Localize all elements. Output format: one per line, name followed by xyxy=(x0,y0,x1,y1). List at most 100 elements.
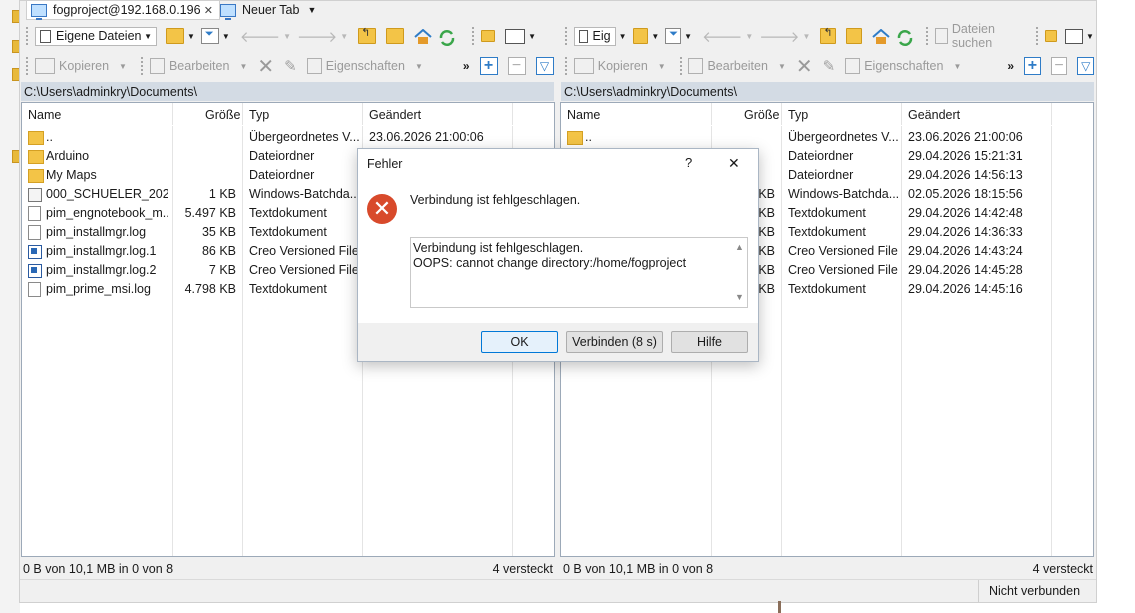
right-location-combo[interactable]: Eig xyxy=(573,26,616,46)
scroll-down-icon[interactable]: ▼ xyxy=(735,290,744,305)
column-header-name[interactable]: Name xyxy=(28,108,61,122)
refresh-icon[interactable] xyxy=(438,29,455,46)
minus-icon[interactable]: − xyxy=(1050,57,1068,75)
reconnect-button[interactable]: Verbinden (8 s) xyxy=(566,331,663,353)
rename-icon[interactable]: ✎ xyxy=(284,57,297,75)
overflow-chevron-icon[interactable]: » xyxy=(463,59,470,73)
close-icon[interactable]: ✕ xyxy=(728,155,740,172)
properties-icon xyxy=(845,58,861,74)
left-copy-button[interactable]: Kopieren ▼ xyxy=(35,58,127,74)
toolbar-grip[interactable] xyxy=(26,27,31,45)
back-arrow-icon[interactable]: 🡐 xyxy=(702,27,742,46)
filter-funnel-icon[interactable]: ▽ xyxy=(1077,57,1095,75)
right-edit-button[interactable]: Bearbeiten ▼ xyxy=(688,58,786,74)
forward-arrow-icon[interactable]: 🡒 xyxy=(759,27,799,46)
left-properties-button[interactable]: Eigenschaften ▼ xyxy=(306,58,423,74)
cell-type: Dateiordner xyxy=(788,168,854,182)
chevron-down-icon[interactable]: ▼ xyxy=(307,5,316,15)
error-details-box[interactable]: Verbindung ist fehlgeschlagen. OOPS: can… xyxy=(410,237,748,308)
left-path-bar[interactable]: C:\Users\adminkry\Documents\ xyxy=(21,82,554,101)
left-location-combo[interactable]: Eigene Dateien ▼ xyxy=(35,26,157,46)
help-icon[interactable]: ? xyxy=(685,155,692,170)
toolbar-grip[interactable] xyxy=(26,57,31,75)
toolbar-grip[interactable] xyxy=(926,27,931,45)
filter-icon[interactable]: ⏷ xyxy=(200,28,219,44)
new-icon[interactable]: + xyxy=(1024,57,1041,75)
edit-icon xyxy=(149,58,165,74)
ok-button[interactable]: OK xyxy=(481,331,558,353)
home-icon[interactable] xyxy=(872,28,890,44)
forward-arrow-icon[interactable]: 🡒 xyxy=(297,27,337,46)
help-button[interactable]: Hilfe xyxy=(671,331,748,353)
open-folder-icon[interactable] xyxy=(632,28,649,44)
close-tab-icon[interactable]: ✕ xyxy=(204,4,213,17)
column-header-type[interactable]: Typ xyxy=(788,108,808,122)
chevron-down-icon[interactable]: ▼ xyxy=(745,32,753,41)
column-header-modified[interactable]: Geändert xyxy=(908,108,960,122)
copy-icon xyxy=(573,58,594,74)
chevron-down-icon: ▼ xyxy=(119,61,127,71)
creo-file-icon xyxy=(28,245,42,259)
tree-view-icon[interactable] xyxy=(481,30,496,42)
toolbar-grip[interactable] xyxy=(472,27,477,45)
right-path-bar[interactable]: C:\Users\adminkry\Documents\ xyxy=(561,82,1094,101)
open-folder-icon[interactable] xyxy=(166,28,184,44)
text-file-icon xyxy=(28,225,41,240)
toolbar-grip[interactable] xyxy=(679,57,685,75)
chevron-down-icon[interactable]: ▼ xyxy=(222,32,230,41)
column-header-name[interactable]: Name xyxy=(567,108,600,122)
toolbar-grip[interactable] xyxy=(140,57,146,75)
delete-icon[interactable]: ✕ xyxy=(257,54,274,79)
dialog-title-bar[interactable]: Fehler ? ✕ xyxy=(358,149,758,178)
delete-icon[interactable]: ✕ xyxy=(796,54,813,79)
filter-icon[interactable]: ⏷ xyxy=(665,28,682,44)
tree-view-icon[interactable] xyxy=(1045,30,1058,42)
folder-icon xyxy=(28,169,44,183)
details-scrollbar[interactable]: ▲ ▼ xyxy=(733,238,747,307)
new-icon[interactable]: + xyxy=(479,57,498,75)
column-header-type[interactable]: Typ xyxy=(249,108,269,122)
right-properties-button[interactable]: Eigenschaften ▼ xyxy=(845,58,961,74)
tab-session[interactable]: fogproject@192.168.0.196 ✕ xyxy=(26,1,220,20)
chevron-down-icon[interactable]: ▼ xyxy=(1086,32,1094,41)
cell-type: Übergeordnetes V... xyxy=(788,130,898,144)
minus-icon[interactable]: − xyxy=(507,57,526,75)
parent-folder-icon[interactable] xyxy=(358,26,377,44)
table-row[interactable]: .. Übergeordnetes V... 23.06.2026 21:00:06 xyxy=(22,128,554,147)
scroll-up-icon[interactable]: ▲ xyxy=(735,240,744,255)
chevron-down-icon[interactable]: ▼ xyxy=(528,32,536,41)
home-icon[interactable] xyxy=(414,28,432,44)
toolbar-grip[interactable] xyxy=(565,27,570,45)
toolbar-grip[interactable] xyxy=(565,57,570,75)
column-header-size[interactable]: Größe xyxy=(205,108,240,122)
chevron-down-icon[interactable]: ▼ xyxy=(802,32,810,41)
parent-folder-icon xyxy=(567,131,583,145)
column-header-modified[interactable]: Geändert xyxy=(369,108,421,122)
root-folder-icon[interactable] xyxy=(386,28,405,44)
filter-funnel-icon[interactable]: ▽ xyxy=(535,57,554,75)
chevron-down-icon[interactable]: ▼ xyxy=(340,32,348,41)
right-copy-button[interactable]: Kopieren ▼ xyxy=(573,58,666,74)
chevron-down-icon[interactable]: ▼ xyxy=(187,32,195,41)
toolbar-grip[interactable] xyxy=(1036,27,1041,45)
refresh-icon[interactable] xyxy=(896,29,913,46)
back-arrow-icon[interactable]: 🡐 xyxy=(240,27,280,46)
rename-icon[interactable]: ✎ xyxy=(823,57,836,75)
view-mode-icon[interactable] xyxy=(505,28,526,44)
chevron-down-icon[interactable]: ▼ xyxy=(651,32,659,41)
left-edit-button[interactable]: Bearbeiten ▼ xyxy=(149,58,247,74)
edit-icon xyxy=(688,58,704,74)
column-header-size[interactable]: Größe xyxy=(744,108,779,122)
table-row[interactable]: .. Übergeordnetes V... 23.06.2026 21:00:06 xyxy=(561,128,1093,147)
parent-folder-icon[interactable] xyxy=(820,26,837,44)
overflow-chevron-icon[interactable]: » xyxy=(1007,59,1014,73)
search-files-button[interactable]: Dateien suchen xyxy=(934,22,1027,50)
root-folder-icon[interactable] xyxy=(846,28,863,44)
chevron-down-icon[interactable]: ▼ xyxy=(684,32,692,41)
tab-new[interactable]: Neuer Tab ▼ xyxy=(220,1,330,20)
cell-type: Textdokument xyxy=(249,225,327,239)
view-mode-icon[interactable] xyxy=(1065,28,1084,44)
chevron-down-icon[interactable]: ▼ xyxy=(619,32,627,41)
copy-icon xyxy=(35,58,55,74)
chevron-down-icon[interactable]: ▼ xyxy=(283,32,291,41)
